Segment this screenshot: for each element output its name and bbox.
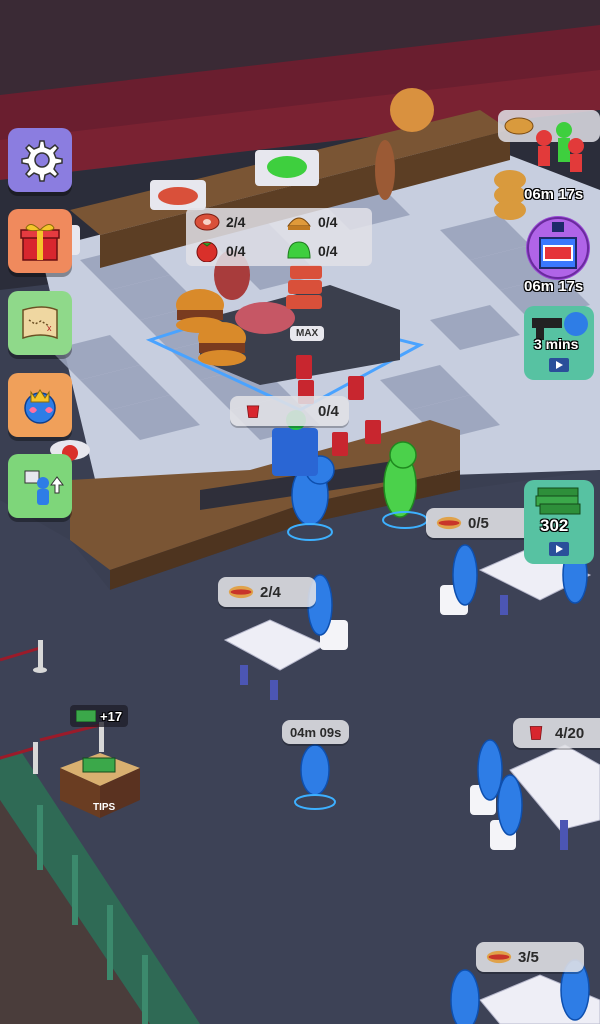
drink-count: 0/4 [318, 402, 339, 420]
order-count: 4/20 [555, 724, 585, 742]
cash-reward-card[interactable]: 302 [524, 480, 594, 564]
ingredient-count: 0/4 [318, 214, 338, 230]
lettuce-icon [287, 241, 311, 259]
ingredient-count: 0/4 [226, 243, 246, 259]
gift-icon [20, 224, 60, 261]
potion-icon [527, 217, 589, 279]
gift-button[interactable] [8, 209, 72, 273]
upgrade-staff-button[interactable] [8, 454, 72, 518]
drink-cup-icon [529, 726, 543, 740]
tips-box-icon [60, 753, 140, 818]
cash-reward-amount: 302 [540, 516, 569, 535]
map-button[interactable]: x [8, 291, 72, 355]
potion-timer: 06m 17s [524, 278, 584, 295]
staff-upgrade-icon [24, 470, 64, 505]
order-count: 0/5 [468, 514, 489, 532]
gun-timer: 3 mins [534, 336, 579, 352]
order-bubble-table-bottom: 3/5 [476, 942, 584, 972]
drink-counter-bubble: 0/4 [230, 396, 349, 426]
bun-icon [287, 217, 311, 230]
max-badge: MAX [290, 326, 325, 341]
helpers-characters-icon[interactable] [524, 118, 594, 178]
drink-cup-icon [246, 405, 260, 418]
tips-jar[interactable]: TIPS [55, 738, 145, 828]
customer-wait-timer: 04m 09s [282, 720, 350, 744]
ingredient-lettuce: 0/4 [286, 240, 337, 262]
meat-icon [194, 213, 220, 231]
order-bubble-table-left: 2/4 [218, 577, 316, 607]
gun-boost-card[interactable]: 3 mins [524, 306, 594, 380]
map-icon: x [22, 306, 58, 340]
svg-text:x: x [47, 323, 52, 333]
hotdog-icon [228, 585, 254, 599]
tips-bonus-badge: +17 [70, 705, 129, 727]
ingredient-panel: 2/4 0/4 0/4 0/4 [186, 208, 372, 266]
order-count: 3/5 [518, 948, 539, 966]
helpers-icon [536, 122, 584, 172]
video-ad-icon [549, 542, 569, 556]
hotdog-icon [436, 516, 462, 530]
helpers-timer: 06m 17s [524, 186, 584, 203]
ingredient-meat: 2/4 [194, 212, 245, 232]
tips-bonus-amount: +17 [100, 708, 123, 724]
order-count: 2/4 [260, 583, 281, 601]
settings-button[interactable] [8, 128, 72, 192]
ingredient-tomato: 0/4 [194, 240, 245, 262]
ingredient-count: 2/4 [226, 214, 246, 230]
ingredient-bun: 0/4 [286, 212, 337, 232]
cash-stack-icon [535, 487, 581, 515]
cash-icon [76, 710, 96, 722]
gear-icon [21, 140, 63, 182]
tips-label: TIPS [93, 802, 116, 813]
wait-time: 04m 09s [290, 724, 342, 740]
hotdog-icon [486, 950, 512, 964]
skin-button[interactable] [8, 373, 72, 437]
tomato-icon [196, 241, 218, 262]
order-bubble-table-right: 4/20 [513, 718, 600, 748]
potion-boost-card[interactable] [526, 216, 590, 280]
video-ad-icon [549, 358, 569, 372]
ingredient-count: 0/4 [318, 243, 338, 259]
character-skin-icon [24, 389, 56, 424]
